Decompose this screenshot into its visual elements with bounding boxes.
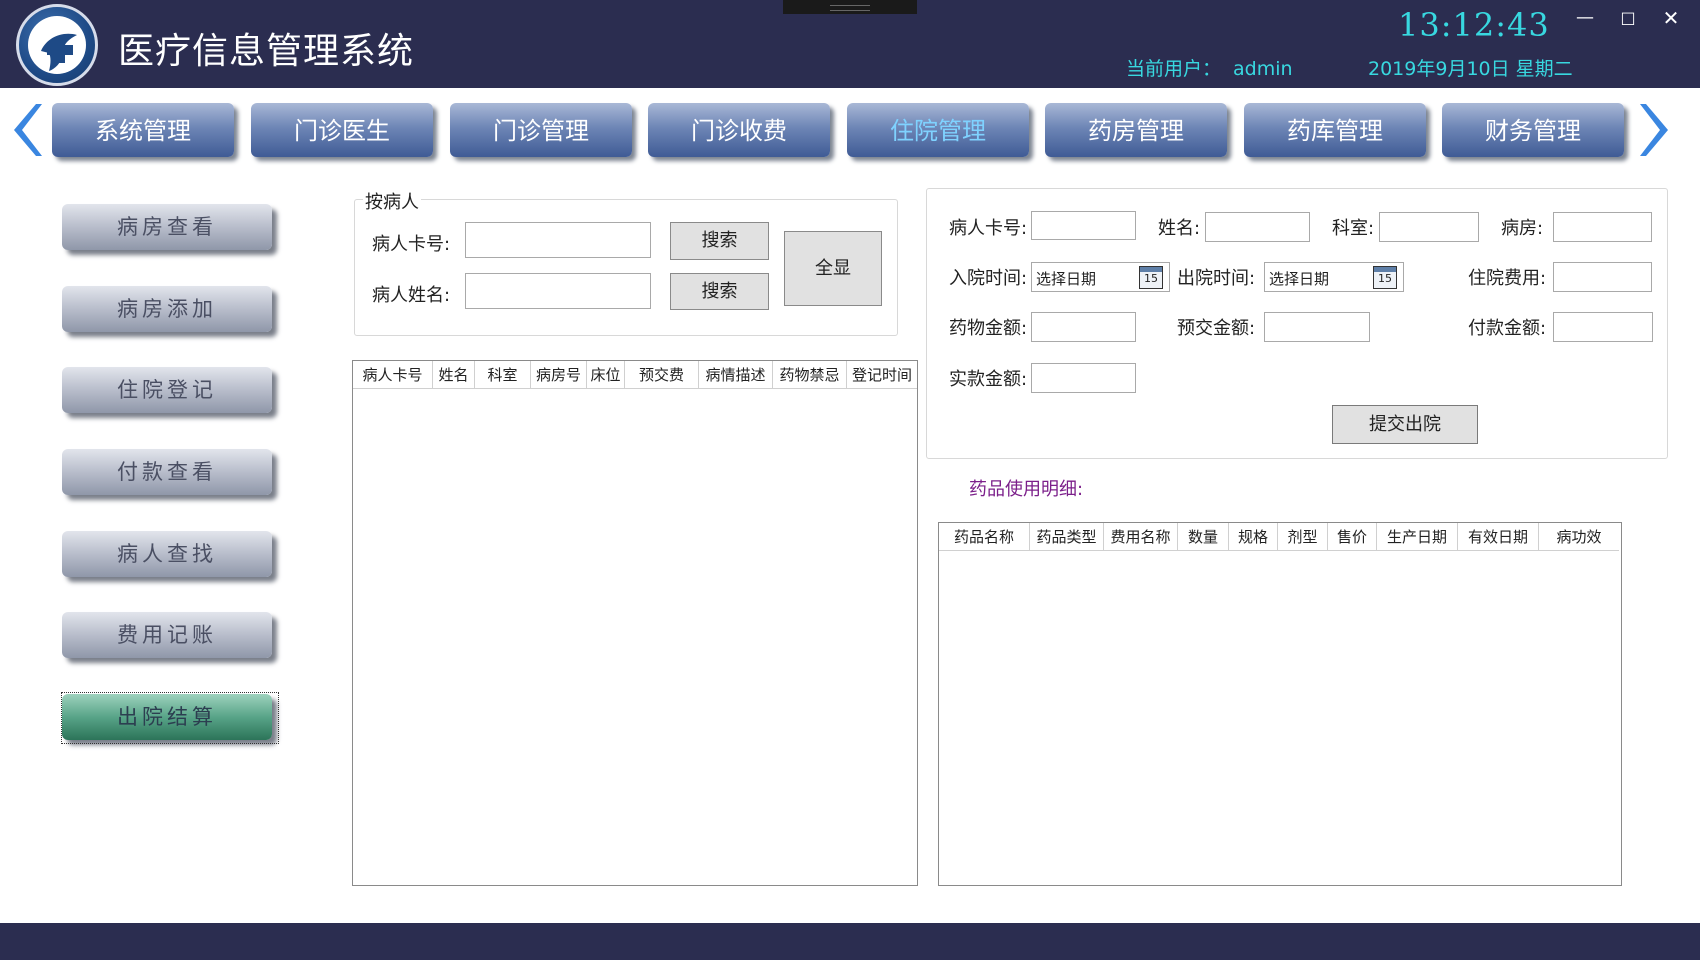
column-header[interactable]: 药品类型 <box>1030 523 1104 551</box>
search-by-name-button[interactable]: 搜索 <box>670 273 769 310</box>
current-user: 当前用户： admin <box>1126 54 1293 81</box>
minimize-button[interactable]: — <box>1570 4 1600 32</box>
search-name-label: 病人姓名: <box>372 285 451 306</box>
column-header[interactable]: 病人卡号 <box>353 361 433 389</box>
logo-icon <box>16 4 98 86</box>
chevron-left-icon[interactable] <box>4 100 44 160</box>
sidebar-item-ward-view[interactable]: 病房查看 <box>62 204 272 250</box>
detail-card-label: 病人卡号: <box>949 218 1028 239</box>
detail-ward-input[interactable] <box>1553 212 1652 242</box>
app-title: 医疗信息管理系统 <box>118 31 415 72</box>
tab-pharmacy-management[interactable]: 药房管理 <box>1045 103 1227 157</box>
sidebar-item-expense-record[interactable]: 费用记账 <box>62 612 272 658</box>
patient-grid-header: 病人卡号 姓名 科室 病房号 床位 预交费 病情描述 药物禁忌 登记时间 <box>353 361 917 389</box>
close-button[interactable]: ✕ <box>1656 4 1686 32</box>
column-header[interactable]: 数量 <box>1178 523 1229 551</box>
paid-amount-input[interactable] <box>1553 312 1653 342</box>
column-header[interactable]: 药品名称 <box>939 523 1030 551</box>
drug-grid-header: 药品名称 药品类型 费用名称 数量 规格 剂型 售价 生产日期 有效日期 病功效 <box>939 523 1619 551</box>
detail-dept-input[interactable] <box>1379 212 1479 242</box>
calendar-icon[interactable]: 15 <box>1139 266 1163 289</box>
actual-amount-input[interactable] <box>1031 363 1136 393</box>
current-user-name: admin <box>1233 58 1293 80</box>
module-nav: 系统管理 门诊医生 门诊管理 门诊收费 住院管理 药房管理 药库管理 财务管理 <box>0 88 1700 168</box>
column-header[interactable]: 剂型 <box>1278 523 1328 551</box>
admit-date-placeholder: 选择日期 <box>1036 270 1097 288</box>
column-header[interactable]: 病情描述 <box>699 361 773 389</box>
search-card-input[interactable] <box>465 222 651 258</box>
column-header[interactable]: 生产日期 <box>1377 523 1458 551</box>
sidebar-item-patient-search[interactable]: 病人查找 <box>62 531 272 577</box>
tab-inpatient-management[interactable]: 住院管理 <box>847 103 1029 157</box>
actual-amount-label: 实款金额: <box>949 369 1028 390</box>
drug-amount-input[interactable] <box>1031 312 1136 342</box>
maximize-button[interactable]: □ <box>1613 4 1643 32</box>
detail-ward-label: 病房: <box>1501 218 1544 239</box>
prepay-amount-input[interactable] <box>1264 312 1370 342</box>
column-header[interactable]: 科室 <box>475 361 531 389</box>
tab-system-management[interactable]: 系统管理 <box>52 103 234 157</box>
column-header[interactable]: 床位 <box>587 361 625 389</box>
detail-dept-label: 科室: <box>1332 218 1375 239</box>
discharge-time-label: 出院时间: <box>1177 268 1256 289</box>
calendar-icon[interactable]: 15 <box>1373 266 1397 289</box>
tab-finance-management[interactable]: 财务管理 <box>1442 103 1624 157</box>
prepay-amount-label: 预交金额: <box>1177 318 1256 339</box>
drug-detail-title: 药品使用明细: <box>969 479 1084 500</box>
current-date: 2019年9月10日 星期二 <box>1368 58 1573 80</box>
detail-name-label: 姓名: <box>1158 218 1201 239</box>
column-header[interactable]: 药物禁忌 <box>773 361 847 389</box>
tab-outpatient-doctor[interactable]: 门诊医生 <box>251 103 433 157</box>
column-header[interactable]: 姓名 <box>433 361 475 389</box>
patient-grid[interactable]: 病人卡号 姓名 科室 病房号 床位 预交费 病情描述 药物禁忌 登记时间 <box>352 360 918 886</box>
tab-outpatient-management[interactable]: 门诊管理 <box>450 103 632 157</box>
search-name-input[interactable] <box>465 273 651 309</box>
drag-handle[interactable] <box>783 0 917 14</box>
paid-amount-label: 付款金额: <box>1468 318 1547 339</box>
drug-detail-grid[interactable]: 药品名称 药品类型 费用名称 数量 规格 剂型 售价 生产日期 有效日期 病功效 <box>938 522 1622 886</box>
hospital-cost-input[interactable] <box>1553 262 1652 292</box>
sidebar-item-ward-add[interactable]: 病房添加 <box>62 286 272 332</box>
hospital-cost-label: 住院费用: <box>1468 268 1547 289</box>
detail-card-input[interactable] <box>1031 211 1136 240</box>
status-bar <box>0 923 1700 960</box>
title-bar: 医疗信息管理系统 13:12:43 — □ ✕ 当前用户： admin 2019年… <box>0 0 1700 88</box>
current-user-label: 当前用户： <box>1126 58 1222 80</box>
admit-time-label: 入院时间: <box>949 268 1028 289</box>
column-header[interactable]: 售价 <box>1328 523 1377 551</box>
show-all-button[interactable]: 全显 <box>784 231 882 306</box>
column-header[interactable]: 费用名称 <box>1104 523 1178 551</box>
search-card-label: 病人卡号: <box>372 234 451 255</box>
clock: 13:12:43 <box>1398 6 1550 44</box>
discharge-date-picker[interactable]: 选择日期 15 <box>1264 262 1404 292</box>
focus-outline <box>61 692 279 744</box>
tab-outpatient-billing[interactable]: 门诊收费 <box>648 103 830 157</box>
tab-drug-storage-management[interactable]: 药库管理 <box>1244 103 1426 157</box>
discharge-date-placeholder: 选择日期 <box>1269 270 1330 288</box>
column-header[interactable]: 规格 <box>1229 523 1278 551</box>
column-header[interactable]: 有效日期 <box>1458 523 1539 551</box>
search-group-legend: 按病人 <box>363 188 421 214</box>
chevron-right-icon[interactable] <box>1638 100 1678 160</box>
column-header[interactable]: 登记时间 <box>847 361 917 389</box>
sidebar-item-admission-register[interactable]: 住院登记 <box>62 367 272 413</box>
admit-date-picker[interactable]: 选择日期 15 <box>1031 262 1170 292</box>
column-header[interactable]: 病功效 <box>1539 523 1619 551</box>
drug-amount-label: 药物金额: <box>949 318 1028 339</box>
detail-name-input[interactable] <box>1205 212 1310 242</box>
search-by-card-button[interactable]: 搜索 <box>670 222 769 260</box>
submit-discharge-button[interactable]: 提交出院 <box>1332 405 1478 444</box>
column-header[interactable]: 预交费 <box>625 361 699 389</box>
sidebar-item-payment-view[interactable]: 付款查看 <box>62 449 272 495</box>
column-header[interactable]: 病房号 <box>531 361 587 389</box>
